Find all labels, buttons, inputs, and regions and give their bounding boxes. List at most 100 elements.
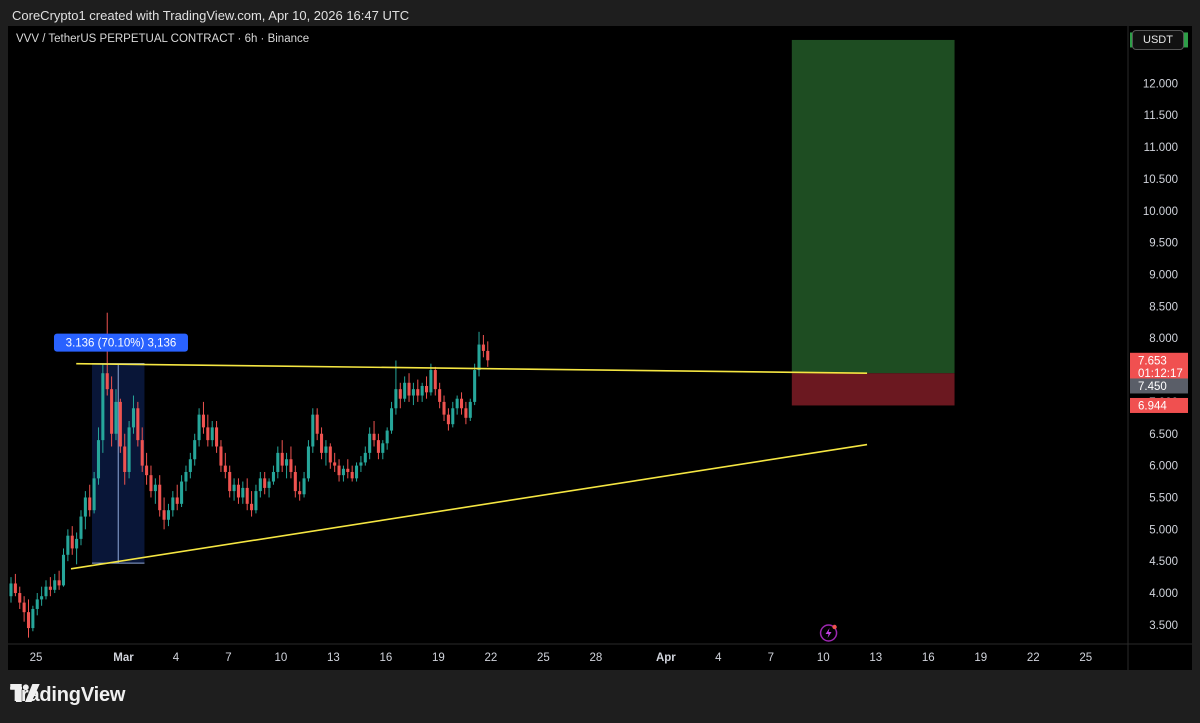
candle[interactable]: [359, 462, 363, 466]
candle[interactable]: [158, 484, 162, 511]
candle[interactable]: [188, 459, 192, 472]
target-zone[interactable]: [791, 39, 955, 374]
candle[interactable]: [166, 510, 170, 520]
candle[interactable]: [13, 583, 17, 594]
candle[interactable]: [355, 465, 359, 479]
candle[interactable]: [328, 446, 332, 463]
candle[interactable]: [473, 370, 477, 402]
candle[interactable]: [250, 503, 254, 511]
candle[interactable]: [232, 484, 236, 492]
candle[interactable]: [451, 408, 455, 425]
trendline-resistance[interactable]: [76, 362, 868, 375]
candle[interactable]: [114, 401, 118, 434]
candle[interactable]: [215, 427, 219, 447]
candle[interactable]: [53, 580, 57, 590]
candle[interactable]: [184, 471, 188, 482]
candle[interactable]: [407, 382, 411, 396]
candle[interactable]: [376, 440, 380, 453]
candle[interactable]: [241, 487, 245, 498]
candle[interactable]: [123, 446, 127, 472]
candle[interactable]: [398, 389, 402, 399]
candle[interactable]: [75, 538, 79, 549]
candle[interactable]: [57, 580, 61, 586]
candle[interactable]: [459, 398, 464, 409]
candle[interactable]: [263, 478, 267, 488]
candle[interactable]: [79, 516, 83, 539]
candle[interactable]: [306, 446, 310, 479]
candle[interactable]: [88, 497, 92, 511]
candle[interactable]: [446, 414, 450, 425]
candle[interactable]: [289, 459, 293, 472]
candle[interactable]: [61, 554, 66, 586]
candle[interactable]: [276, 452, 280, 472]
candle[interactable]: [302, 478, 306, 495]
candle[interactable]: [333, 462, 337, 466]
candle[interactable]: [271, 471, 275, 482]
candle[interactable]: [468, 401, 472, 418]
candle[interactable]: [136, 408, 140, 441]
candle[interactable]: [311, 414, 315, 447]
candle[interactable]: [35, 599, 39, 609]
candle[interactable]: [455, 398, 459, 409]
candle[interactable]: [110, 389, 114, 434]
candle[interactable]: [481, 344, 485, 351]
candle[interactable]: [394, 389, 398, 409]
chart-frame[interactable]: 3.136 (70.10%) 3,136 12.000 11.500 11.000 10…: [8, 26, 1192, 670]
candle[interactable]: [31, 608, 35, 629]
candle[interactable]: [350, 471, 354, 479]
candle[interactable]: [280, 452, 284, 466]
candle[interactable]: [26, 612, 31, 629]
candle[interactable]: [118, 401, 122, 447]
candle[interactable]: [337, 465, 341, 476]
candle[interactable]: [105, 373, 109, 390]
candle[interactable]: [171, 497, 175, 511]
tradingview-logo[interactable]: TradingView: [10, 684, 125, 707]
candle[interactable]: [315, 414, 319, 434]
candle[interactable]: [416, 389, 420, 396]
candle[interactable]: [44, 586, 48, 597]
candle[interactable]: [298, 491, 302, 495]
candle[interactable]: [201, 414, 205, 428]
chart-canvas[interactable]: 3.136 (70.10%) 3,136 12.000 11.500 11.000 10…: [8, 26, 1192, 670]
candle[interactable]: [486, 350, 490, 361]
candle[interactable]: [385, 430, 389, 444]
candle[interactable]: [258, 478, 262, 492]
candle[interactable]: [180, 481, 184, 504]
candle[interactable]: [83, 497, 87, 517]
stop-zone[interactable]: [791, 373, 955, 406]
candle[interactable]: [48, 586, 52, 590]
candle[interactable]: [131, 408, 136, 428]
candle[interactable]: [245, 487, 249, 504]
candle[interactable]: [223, 465, 227, 472]
candle[interactable]: [368, 433, 372, 453]
candle[interactable]: [145, 465, 149, 476]
candle[interactable]: [390, 408, 394, 431]
candle[interactable]: [372, 433, 376, 441]
candle[interactable]: [438, 389, 442, 402]
candle[interactable]: [22, 602, 26, 613]
candle[interactable]: [293, 471, 297, 492]
candle[interactable]: [127, 427, 131, 472]
candle[interactable]: [70, 535, 74, 549]
candle[interactable]: [92, 478, 96, 511]
candle[interactable]: [219, 446, 223, 466]
candle[interactable]: [285, 459, 289, 466]
candle[interactable]: [363, 452, 367, 463]
candle[interactable]: [477, 344, 481, 371]
candle[interactable]: [228, 471, 232, 492]
candle[interactable]: [420, 385, 424, 396]
candle[interactable]: [425, 385, 429, 393]
candle[interactable]: [175, 497, 179, 504]
candle[interactable]: [101, 373, 105, 441]
candle[interactable]: [9, 583, 13, 597]
candle[interactable]: [149, 475, 153, 492]
candle[interactable]: [162, 510, 166, 520]
candle[interactable]: [153, 484, 157, 492]
candle[interactable]: [341, 468, 345, 476]
candle[interactable]: [206, 427, 210, 441]
candle[interactable]: [210, 427, 214, 441]
candle[interactable]: [66, 535, 70, 555]
candle[interactable]: [254, 491, 258, 511]
candle[interactable]: [429, 370, 433, 393]
candle[interactable]: [464, 408, 468, 418]
